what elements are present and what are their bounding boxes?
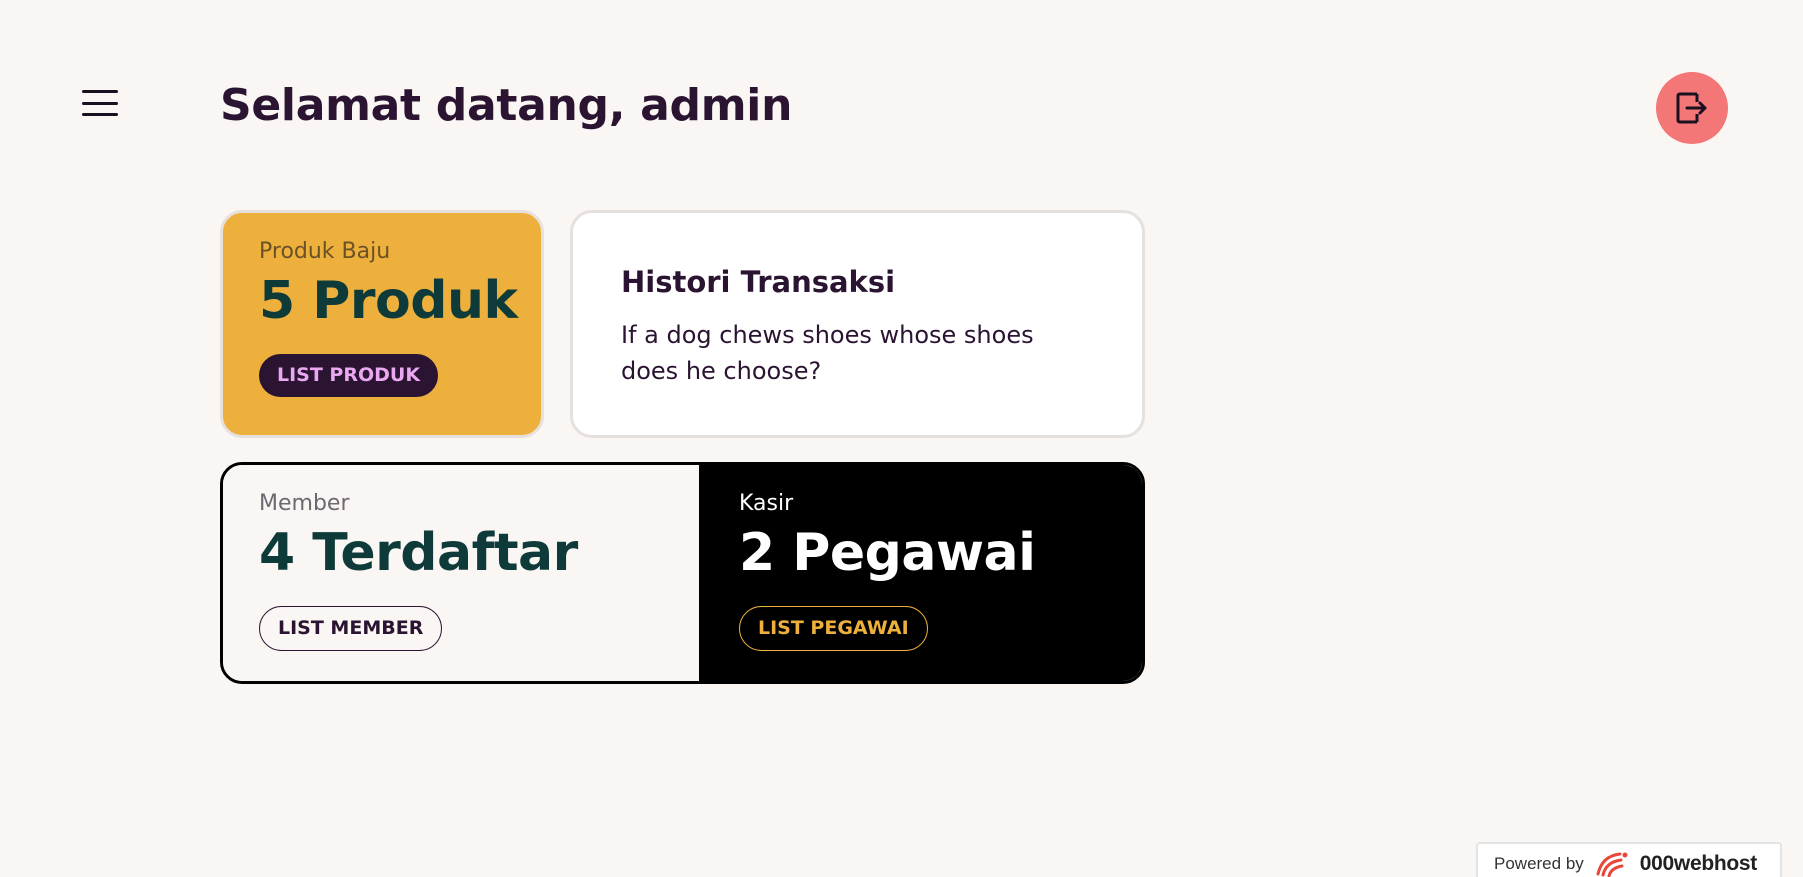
logout-button[interactable] (1656, 72, 1728, 144)
kasir-count: 2 Pegawai (739, 523, 1036, 583)
histori-description: If a dog chews shoes whose shoes does he… (621, 321, 1034, 385)
member-count: 4 Terdaftar (259, 523, 578, 583)
produk-card: Produk Baju 5 Produk LIST PRODUK (220, 210, 544, 438)
webhost-logo-icon (1596, 852, 1628, 877)
list-produk-button[interactable]: LIST PRODUK (259, 354, 439, 398)
powered-by-label: Powered by (1494, 854, 1584, 873)
produk-label: Produk Baju (259, 239, 391, 264)
hamburger-icon-line (82, 101, 118, 105)
member-label: Member (259, 491, 350, 516)
histori-card[interactable]: Histori Transaksi If a dog chews shoes w… (570, 210, 1145, 438)
histori-title: Histori Transaksi (621, 265, 896, 299)
member-kasir-card: Member 4 Terdaftar LIST MEMBER Kasir 2 P… (220, 462, 1145, 684)
dashboard-page: Selamat datang, admin Produk Baju 5 Prod… (0, 0, 1803, 877)
kasir-label: Kasir (739, 491, 794, 516)
kasir-panel: Kasir 2 Pegawai LIST PEGAWAI (699, 465, 1142, 681)
list-pegawai-button[interactable]: LIST PEGAWAI (739, 606, 928, 652)
webhost-brand: 000webhost (1639, 852, 1758, 875)
powered-by-badge[interactable]: Powered by 000webhost (1476, 842, 1782, 877)
hamburger-icon-line (82, 113, 118, 116)
hamburger-icon-line (82, 90, 118, 93)
page-title: Selamat datang, admin (220, 80, 793, 131)
list-member-button[interactable]: LIST MEMBER (259, 606, 443, 652)
menu-button[interactable] (80, 88, 120, 118)
logout-icon (1676, 92, 1707, 124)
produk-count: 5 Produk (259, 271, 518, 331)
member-panel: Member 4 Terdaftar LIST MEMBER (223, 465, 699, 681)
